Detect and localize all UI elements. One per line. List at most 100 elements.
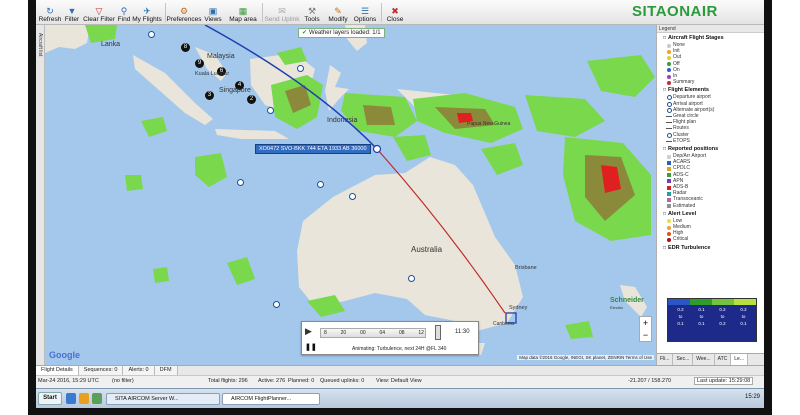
legend-swatch bbox=[666, 140, 672, 142]
legend-swatch bbox=[667, 62, 671, 67]
aircraft-marker[interactable] bbox=[148, 31, 155, 38]
edr-value: 0.1 bbox=[698, 307, 705, 312]
zoom-out-button[interactable]: − bbox=[640, 329, 651, 341]
place-label: Indonesia bbox=[327, 117, 358, 124]
turbulence-area-moderate bbox=[363, 105, 395, 125]
play-icon[interactable]: ▶ bbox=[305, 326, 312, 337]
legend-swatch bbox=[667, 179, 671, 184]
legend-header: Legend bbox=[657, 25, 764, 33]
animation-time: 11:30 bbox=[455, 329, 470, 335]
legend-item-label: Medium bbox=[673, 224, 691, 231]
tab-alerts[interactable]: Alerts: 0 bbox=[123, 366, 155, 375]
zoom-in-button[interactable]: + bbox=[640, 317, 651, 329]
edr-value: 0.1 bbox=[740, 321, 747, 326]
legend-swatch bbox=[666, 122, 672, 124]
start-button[interactable]: Start bbox=[38, 392, 62, 405]
clear-filter-button[interactable]: ▽ Clear Filter bbox=[82, 0, 116, 25]
modify-button[interactable]: ✎ Modify bbox=[326, 0, 350, 25]
screen: ↻ Refresh ▼ Filter ▽ Clear Filter ⚲ Find ✈ My… bbox=[36, 0, 764, 408]
legend-swatch bbox=[667, 225, 671, 230]
legend-item-label: Off bbox=[673, 60, 680, 67]
legend-tab[interactable]: Fli... bbox=[657, 354, 674, 365]
find-button[interactable]: ⚲ Find bbox=[117, 0, 131, 25]
refresh-icon: ↻ bbox=[46, 6, 54, 16]
map-area-button[interactable]: ▦ Map area bbox=[228, 0, 258, 25]
sitaonair-logo: SITAONAIR bbox=[632, 3, 718, 20]
aircraft-marker[interactable] bbox=[297, 65, 304, 72]
preferences-button[interactable]: ⚙ Preferences bbox=[166, 0, 201, 25]
aircraft-cluster[interactable]: 2 bbox=[247, 95, 256, 104]
filter-icon: ▼ bbox=[67, 6, 77, 16]
views-button[interactable]: ▣ Views bbox=[201, 0, 225, 25]
legend-tab[interactable]: ATC bbox=[715, 354, 732, 365]
my-flights-button[interactable]: ✈ My Flights bbox=[132, 0, 162, 25]
app-icon[interactable] bbox=[92, 393, 102, 404]
legend-swatch bbox=[667, 231, 671, 236]
timeline-handle[interactable] bbox=[435, 325, 441, 340]
edr-value: to bbox=[678, 314, 683, 319]
bottom-tabs: Flight Details Sequences: 0 Alerts: 0 DF… bbox=[36, 365, 764, 375]
legend-item-label: Summary bbox=[673, 79, 695, 86]
aircraft-cluster[interactable]: 9 bbox=[195, 59, 204, 68]
tab-dfm[interactable]: DFM bbox=[154, 366, 178, 375]
browser-icon[interactable] bbox=[79, 393, 89, 404]
explorer-icon[interactable] bbox=[66, 393, 76, 404]
legend-tab[interactable]: Sec... bbox=[673, 354, 694, 365]
aircraft-cluster[interactable]: 8 bbox=[181, 43, 190, 52]
place-label: Singapore bbox=[219, 87, 251, 94]
edr-turbulence-scale: 0.2 0.1 0.2 0.2 to to to to 0.1 0.1 0.2 0.1 bbox=[667, 298, 757, 342]
edr-value: to bbox=[720, 314, 725, 319]
taskbar-item-aircom-server[interactable]: SITA AIRCOM Server W... bbox=[106, 393, 220, 405]
aircraft-list-tab[interactable]: Aircraft list bbox=[36, 25, 45, 365]
map-view[interactable]: 8 6 4 3 2 9 Lanka Malaysia Kuala Lumpur … bbox=[45, 25, 656, 365]
legend-tab[interactable]: Wee... bbox=[693, 354, 715, 365]
tab-sequences[interactable]: Sequences: 0 bbox=[78, 366, 124, 375]
aircraft-cluster[interactable]: 3 bbox=[205, 91, 214, 100]
legend-swatch bbox=[666, 116, 672, 118]
legend-item-label: Great circle bbox=[673, 113, 699, 120]
edr-value: 0.1 bbox=[698, 321, 705, 326]
aircraft-marker[interactable] bbox=[408, 275, 415, 282]
tab-flight-details[interactable]: Flight Details bbox=[36, 366, 79, 375]
close-button[interactable]: ✖ Close bbox=[384, 0, 406, 25]
turbulence-area bbox=[125, 175, 143, 191]
aircraft-marker[interactable] bbox=[317, 181, 324, 188]
legend-item-label: CPDLC bbox=[673, 165, 690, 172]
legend-item-label: ETOPS bbox=[673, 137, 690, 144]
aircraft-marker[interactable] bbox=[273, 301, 280, 308]
refresh-button[interactable]: ↻ Refresh bbox=[38, 0, 62, 25]
animation-panel: ▶ 8 20 00 04 08 12 11:30 ❚❚ Animating: T… bbox=[301, 321, 479, 355]
status-total-flights: Total flights: 296 bbox=[208, 378, 248, 384]
legend-item-label: Dep/Arr Airport bbox=[673, 153, 707, 160]
send-uplink-button[interactable]: ✉ Send Uplink bbox=[264, 0, 299, 25]
tools-button[interactable]: ⚒ Tools bbox=[302, 0, 322, 25]
options-button[interactable]: ☰ Options bbox=[353, 0, 377, 25]
legend-item-label: In bbox=[673, 73, 678, 80]
legend-item-label: Low bbox=[673, 217, 683, 224]
views-icon: ▣ bbox=[208, 6, 218, 16]
aircraft-marker[interactable] bbox=[267, 107, 274, 114]
status-planned: Planned: 0 bbox=[288, 378, 315, 384]
turbulence-area bbox=[525, 95, 605, 137]
aircraft-marker[interactable] bbox=[349, 193, 356, 200]
taskbar-item-flightplanner[interactable]: AIRCOM FlightPlanner... bbox=[222, 393, 320, 405]
zoom-control[interactable]: + − bbox=[639, 316, 652, 342]
legend-item-label: Critical bbox=[673, 236, 689, 243]
send-uplink-icon: ✉ bbox=[278, 6, 286, 16]
aircraft-marker[interactable] bbox=[237, 179, 244, 186]
legend-tab[interactable]: Le... bbox=[731, 354, 748, 365]
place-label: Lanka bbox=[101, 41, 121, 48]
legend-section-title: Aircraft Flight Stages bbox=[657, 33, 764, 42]
check-icon: ✔ bbox=[302, 30, 308, 36]
place-label: Australia bbox=[411, 245, 443, 254]
pause-icon[interactable]: ❚❚ bbox=[305, 343, 317, 351]
flight-label[interactable]: XO0472 SVO-BKK 744 ETA 1933 AB 36000 bbox=[255, 144, 371, 154]
status-datetime: Mar-24 2016, 15:29 UTC bbox=[38, 378, 99, 384]
legend-swatch bbox=[667, 237, 671, 242]
legend-item-label: Departure airport bbox=[673, 94, 711, 101]
edr-value: 0.2 bbox=[719, 307, 726, 312]
turbulence-area bbox=[481, 143, 523, 175]
edr-value: to bbox=[699, 314, 704, 319]
legend-item-label: Arrival airport bbox=[673, 100, 703, 107]
filter-button[interactable]: ▼ Filter bbox=[63, 0, 81, 25]
